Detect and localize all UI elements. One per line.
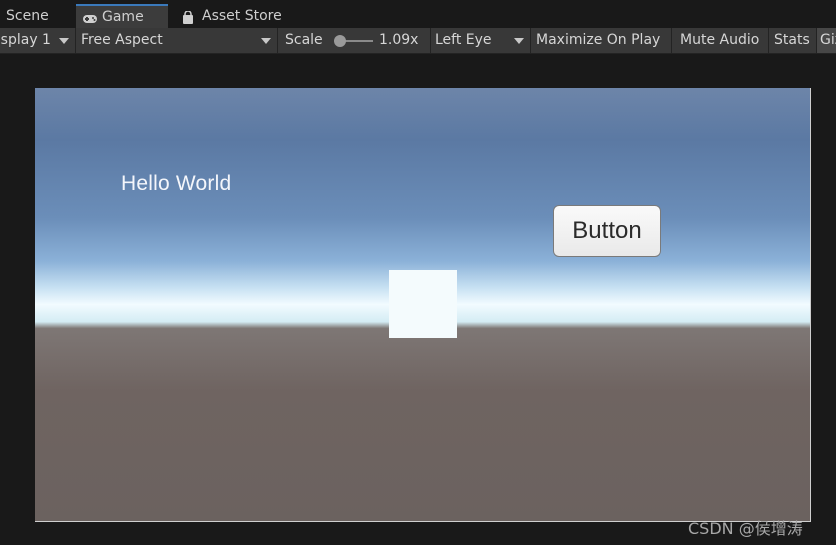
tab-scene[interactable]: Scene <box>0 4 74 28</box>
aspect-dropdown-label: Free Aspect <box>81 32 163 48</box>
tab-asset-store[interactable]: Asset Store <box>176 4 296 28</box>
watermark: CSDN @侯增涛 <box>688 519 803 538</box>
tab-asset-store-label: Asset Store <box>202 8 282 24</box>
display-dropdown[interactable]: Display 1 <box>0 28 76 53</box>
display-dropdown-label: Display 1 <box>0 32 51 48</box>
white-cube-object <box>389 270 457 338</box>
shopping-bag-icon <box>182 9 198 24</box>
scale-value: 1.09x <box>379 32 419 48</box>
tab-game-label: Game <box>102 9 144 25</box>
hello-world-text: Hello World <box>121 172 232 195</box>
aspect-dropdown[interactable]: Free Aspect <box>76 28 278 53</box>
scale-slider-handle[interactable] <box>334 35 346 47</box>
eye-dropdown-label: Left Eye <box>435 32 492 48</box>
game-viewport[interactable]: Hello World Button <box>35 88 811 522</box>
eye-dropdown[interactable]: Left Eye <box>431 28 531 53</box>
stats-label: Stats <box>774 32 810 48</box>
tab-scene-label: Scene <box>6 8 49 24</box>
maximize-on-play-label: Maximize On Play <box>536 32 661 48</box>
game-view-toolbar: Display 1 Free Aspect Scale 1.09x Left E… <box>0 28 836 54</box>
scale-control: Scale 1.09x <box>278 28 431 53</box>
chevron-down-icon <box>514 38 524 44</box>
mute-audio-label: Mute Audio <box>680 32 760 48</box>
game-ui-button[interactable]: Button <box>553 205 661 257</box>
gamepad-icon <box>82 10 98 23</box>
mute-audio-toggle[interactable]: Mute Audio <box>672 28 769 53</box>
maximize-on-play-toggle[interactable]: Maximize On Play <box>531 28 672 53</box>
gizmos-label: Gizmos <box>820 32 836 48</box>
scale-label: Scale <box>285 32 323 48</box>
tab-game[interactable]: Game <box>76 4 168 28</box>
editor-tab-bar: Scene Game Asset Store <box>0 0 836 28</box>
gizmos-toggle[interactable]: Gizmos <box>817 28 836 53</box>
chevron-down-icon <box>261 38 271 44</box>
stats-toggle[interactable]: Stats <box>769 28 817 53</box>
chevron-down-icon <box>59 38 69 44</box>
